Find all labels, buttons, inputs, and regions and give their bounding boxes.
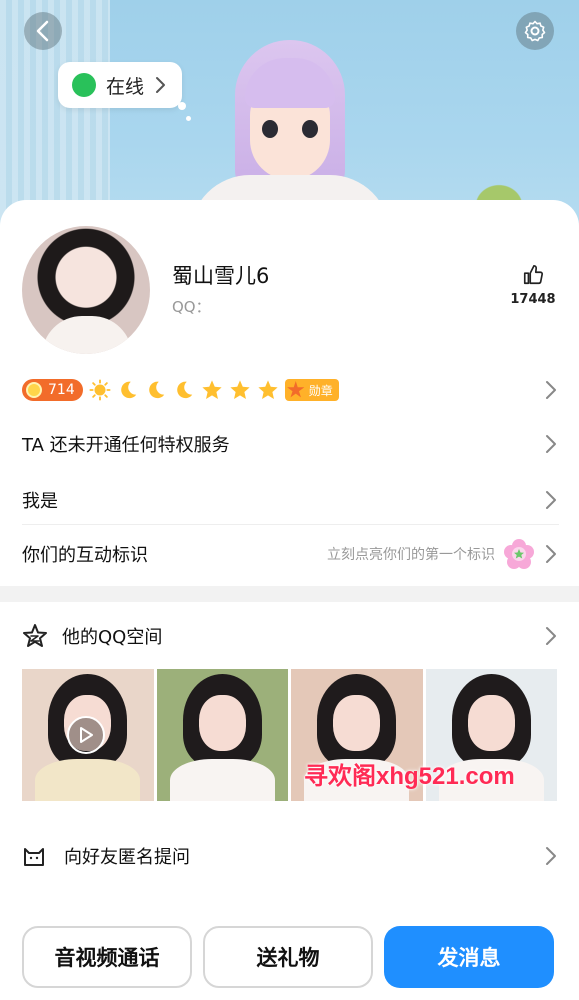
cat-box-icon [24, 848, 44, 866]
status-label: 在线 [106, 75, 145, 98]
chevron-right-icon [546, 381, 556, 399]
star-icon [202, 380, 222, 399]
chevron-right-icon [546, 847, 556, 865]
avatar-eye [302, 120, 318, 138]
avatar-eye [262, 120, 278, 138]
qq-number: QQ： [172, 298, 211, 316]
privilege-row[interactable]: TA 还未开通任何特权服务 [22, 424, 559, 464]
qzone-row[interactable]: 他的QQ空间 [22, 616, 559, 656]
bubble-tail [178, 102, 186, 110]
moon-icon [148, 381, 164, 399]
medal-label: 勋章 [308, 383, 333, 398]
photo-shirt [169, 758, 275, 801]
privilege-label: TA 还未开通任何特权服务 [22, 435, 230, 456]
level-number: 714 [48, 382, 75, 398]
online-status-bubble[interactable]: 在线 [58, 62, 183, 108]
interaction-right: 立刻点亮你们的第一个标识 [327, 538, 559, 570]
profile-card: 蜀山雪儿6 QQ： 17448 714 勋章 TA 还未开通任何特权服务 我是 … [0, 200, 579, 1000]
anonymous-title-group: 向好友匿名提问 [22, 843, 190, 869]
level-row[interactable]: 714 勋章 [22, 372, 559, 408]
avatar-shirt [42, 316, 132, 354]
settings-button[interactable] [516, 12, 554, 50]
qzone-photo[interactable] [156, 669, 288, 801]
back-button[interactable] [24, 12, 62, 50]
chevron-right-icon [546, 627, 556, 645]
photo-shirt [35, 758, 141, 801]
divider [22, 524, 559, 525]
qzone-title-group: 他的QQ空间 [22, 623, 162, 649]
bottom-action-bar: 音视频通话 送礼物 发消息 [0, 924, 579, 1000]
interaction-hint: 立刻点亮你们的第一个标识 [327, 547, 495, 563]
flower-badge-icon [504, 539, 534, 569]
i-am-row[interactable]: 我是 [22, 480, 559, 520]
send-message-button[interactable]: 发消息 [384, 926, 554, 988]
chevron-right-icon [546, 545, 556, 563]
av-call-button[interactable]: 音视频通话 [22, 926, 192, 988]
anonymous-question-row[interactable]: 向好友匿名提问 [22, 836, 559, 876]
moon-icon [120, 381, 136, 399]
sun-icon [89, 379, 111, 401]
chevron-right-icon [546, 491, 556, 509]
like-count: 17448 [510, 292, 556, 307]
play-icon[interactable] [67, 716, 105, 754]
gear-icon [524, 20, 546, 42]
site-watermark: 寻欢阁xhg521.com [304, 763, 515, 790]
chevron-right-icon [546, 435, 556, 453]
level-icons: 714 勋章 [22, 379, 339, 401]
star-icon [258, 380, 278, 399]
level-badge: 714 [22, 379, 83, 401]
moon-icon [176, 381, 192, 399]
qzone-photo[interactable] [22, 669, 154, 801]
medal-badge: 勋章 [284, 379, 339, 401]
section-gap [0, 586, 579, 602]
chevron-right-icon [156, 77, 166, 93]
interaction-label: 你们的互动标识 [22, 545, 148, 566]
i-am-label: 我是 [22, 491, 58, 512]
qzone-label: 他的QQ空间 [62, 627, 163, 648]
avatar[interactable] [22, 226, 150, 354]
photo-face [198, 695, 246, 751]
bubble-tail [186, 116, 191, 121]
like-button[interactable]: 17448 [508, 264, 558, 307]
send-gift-button[interactable]: 送礼物 [203, 926, 373, 988]
anonymous-label: 向好友匿名提问 [64, 847, 190, 868]
medal-star-icon [287, 381, 305, 398]
nickname: 蜀山雪儿6 [172, 264, 270, 288]
star-icon [230, 380, 250, 399]
chevron-left-icon [36, 20, 49, 42]
crown-icon [26, 382, 42, 398]
qzone-star-icon [23, 624, 47, 647]
interaction-row[interactable]: 你们的互动标识 立刻点亮你们的第一个标识 [22, 534, 559, 574]
profile-banner [0, 0, 579, 230]
thumbs-up-icon [523, 265, 544, 285]
photo-face [333, 695, 381, 751]
photo-face [467, 695, 515, 751]
online-dot-icon [72, 73, 96, 97]
